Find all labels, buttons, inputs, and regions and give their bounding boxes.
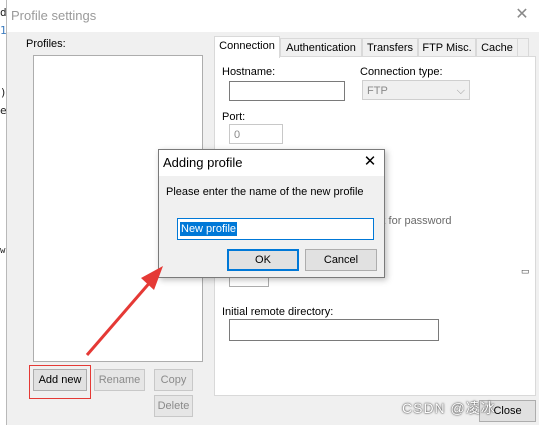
dialog-close-icon[interactable]: ✕ — [362, 153, 378, 171]
tab-cache[interactable]: Cache — [476, 38, 518, 57]
connection-type-value: FTP — [367, 85, 388, 97]
ok-button[interactable]: OK — [227, 249, 299, 271]
dialog-prompt: Please enter the name of the new profile — [166, 186, 364, 198]
tab-connection[interactable]: Connection — [214, 36, 280, 58]
rename-button[interactable]: Rename — [94, 369, 145, 391]
window-titlebar: Profile settings ✕ — [7, 0, 539, 32]
copy-button[interactable]: Copy — [154, 369, 193, 391]
tab-transfers[interactable]: Transfers — [362, 38, 418, 57]
watermark: CSDN @凌冰 — [402, 400, 496, 416]
tab-authentication[interactable]: Authentication — [280, 38, 362, 57]
hostname-input[interactable] — [229, 81, 345, 101]
port-input[interactable]: 0 — [229, 124, 283, 144]
add-new-button[interactable]: Add new — [33, 369, 87, 391]
tab-ftp-misc[interactable]: FTP Misc. — [418, 38, 476, 57]
profile-name-value: New profile — [180, 222, 238, 236]
ask-password-label: k for password — [380, 215, 452, 227]
hostname-label: Hostname: — [222, 66, 276, 78]
initial-remote-directory-label: Initial remote directory: — [222, 306, 334, 318]
port-label: Port: — [222, 111, 246, 123]
initial-remote-directory-input[interactable] — [229, 319, 439, 341]
profile-name-input[interactable]: New profile — [177, 218, 374, 240]
delete-button[interactable]: Delete — [154, 395, 193, 417]
profiles-label: Profiles: — [26, 38, 66, 50]
window-title: Profile settings — [11, 8, 97, 23]
adding-profile-dialog: Adding profile ✕ Please enter the name o… — [158, 149, 385, 278]
editor-char: w — [0, 246, 6, 256]
chevron-down-icon: ⌵ — [456, 85, 465, 97]
tab-scroll-arrow[interactable] — [517, 38, 529, 57]
connection-type-label: Connection type: — [360, 66, 443, 78]
dialog-titlebar: Adding profile ✕ — [159, 150, 384, 176]
cancel-button[interactable]: Cancel — [305, 249, 377, 271]
connection-type-select[interactable]: FTP ⌵ — [362, 80, 470, 100]
dialog-title: Adding profile — [163, 155, 243, 170]
window-close-icon[interactable]: ✕ — [513, 6, 531, 24]
partial-side-control[interactable]: ▭ — [521, 266, 533, 290]
